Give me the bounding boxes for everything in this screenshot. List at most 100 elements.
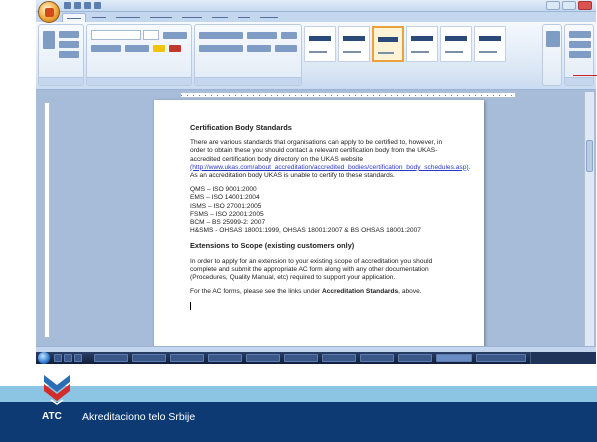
document-area: Certification Body Standards There are v… [36,90,596,346]
style-tile[interactable] [338,26,370,62]
standard-item: FSMS – ISO 22001:2005 [190,210,264,218]
borders-icon[interactable] [275,45,297,52]
tab-insert[interactable] [88,13,110,22]
standard-item: ISMS – ISO 27001:2005 [190,202,262,210]
atc-logo-icon [44,375,70,405]
alignment-icon[interactable] [199,45,243,52]
window-controls [546,1,592,10]
paragraph-group [194,24,302,86]
word-window-screenshot: Certification Body Standards There are v… [36,0,596,364]
taskbar-window-button[interactable] [322,354,356,362]
taskbar-window-button[interactable] [284,354,318,362]
ribbon [36,22,596,90]
language-bar[interactable] [476,354,526,362]
taskbar-window-button[interactable] [170,354,204,362]
line-spacing-icon[interactable] [247,45,271,52]
bullets-numbering-icon[interactable] [199,32,243,39]
style-tile[interactable] [440,26,472,62]
quick-access-toolbar [64,2,101,10]
taskbar-window-button[interactable] [246,354,280,362]
customize-toolbar-icon[interactable] [94,2,101,9]
style-tile-selected[interactable] [372,26,404,62]
paragraph-intro: There are various standards that organis… [190,139,470,180]
logo-text: ATC [42,411,62,422]
taskbar-window-button[interactable] [398,354,432,362]
quick-launch-icon[interactable] [74,354,82,362]
change-styles-icon[interactable] [546,31,560,47]
ukas-directory-link[interactable]: (http://www.ukas.com/about_accreditation… [190,164,469,171]
style-tile[interactable] [474,26,506,62]
tab-references[interactable] [146,13,176,22]
heading-certification-body-standards: Certification Body Standards [190,123,292,132]
replace-icon[interactable] [569,41,591,48]
show-hide-icon[interactable] [281,32,297,39]
font-group [86,24,192,86]
copy-icon[interactable] [59,41,79,48]
paste-icon[interactable] [43,31,55,49]
tab-home[interactable] [62,13,86,22]
change-styles-group [542,24,562,86]
font-name-select[interactable] [91,30,141,40]
standard-item: EMS – ISO 14001:2004 [190,194,260,202]
highlight-icon[interactable] [153,45,165,52]
windows-taskbar [36,352,596,364]
scrollbar-thumb[interactable] [586,140,593,172]
tab-mailings[interactable] [178,13,206,22]
footer-light-band [0,386,597,402]
save-icon[interactable] [64,2,71,9]
taskbar-window-button-active[interactable] [436,354,472,362]
start-button[interactable] [38,352,50,364]
organization-name: Akreditaciono telo Srbije [82,411,196,423]
font-size-select[interactable] [143,30,159,40]
taskbar-window-button[interactable] [132,354,166,362]
standard-item: BCM – BS 25999-2: 2007 [190,219,266,227]
text-cursor [190,302,191,311]
taskbar-window-button[interactable] [94,354,128,362]
vertical-ruler[interactable] [44,102,50,338]
ac-forms-tail: , above. [398,288,422,296]
font-color-icon[interactable] [169,45,181,52]
taskbar-window-button[interactable] [360,354,394,362]
maximize-button[interactable] [562,1,576,10]
office-button[interactable] [38,1,60,23]
document-page[interactable]: Certification Body Standards There are v… [154,100,484,346]
ac-forms-text: For the AC forms, please see the links u… [190,288,322,296]
redo-icon[interactable] [84,2,91,9]
minimize-button[interactable] [546,1,560,10]
paragraph-extensions: In order to apply for an extension to yo… [190,257,433,282]
accreditation-standards-ref: Accreditation Standards [321,288,399,296]
tab-acrobat[interactable] [256,13,282,22]
taskbar-window-button[interactable] [208,354,242,362]
standard-item: H&SMS - OHSAS 18001:1999, OHSAS 18001:20… [190,227,421,235]
quick-launch-icon[interactable] [64,354,72,362]
quick-launch-icon[interactable] [54,354,62,362]
horizontal-ruler[interactable] [180,92,516,98]
clipboard-group [38,24,84,86]
grow-shrink-font-icon[interactable] [163,32,187,39]
style-tile[interactable] [406,26,438,62]
tab-page-layout[interactable] [112,13,144,22]
bold-italic-underline-icon[interactable] [91,45,121,52]
ribbon-tabs [36,12,596,22]
cut-icon[interactable] [59,31,79,38]
select-icon[interactable] [569,51,591,58]
office-logo-icon [45,8,54,17]
heading-extensions-to-scope: Extensions to Scope (existing customers … [190,241,355,251]
intro-text: There are various standards that organis… [190,139,443,163]
system-tray [530,352,596,364]
tab-review[interactable] [208,13,232,22]
paragraph-ac-forms: For the AC forms, please see the links u… [190,288,448,296]
style-tile[interactable] [304,26,336,62]
strikethrough-sub-super-icon[interactable] [125,45,149,52]
tab-view[interactable] [234,13,254,22]
standards-list: QMS – ISO 9001:2000 EMS – ISO 14001:2004… [190,186,448,235]
vertical-scrollbar[interactable] [584,92,594,348]
indent-icon[interactable] [247,32,277,39]
styles-gallery [304,26,540,72]
callout-line [573,75,597,76]
find-icon[interactable] [569,31,591,38]
format-painter-icon[interactable] [59,51,79,58]
editing-group [564,24,594,86]
close-button[interactable] [578,1,592,10]
undo-icon[interactable] [74,2,81,9]
